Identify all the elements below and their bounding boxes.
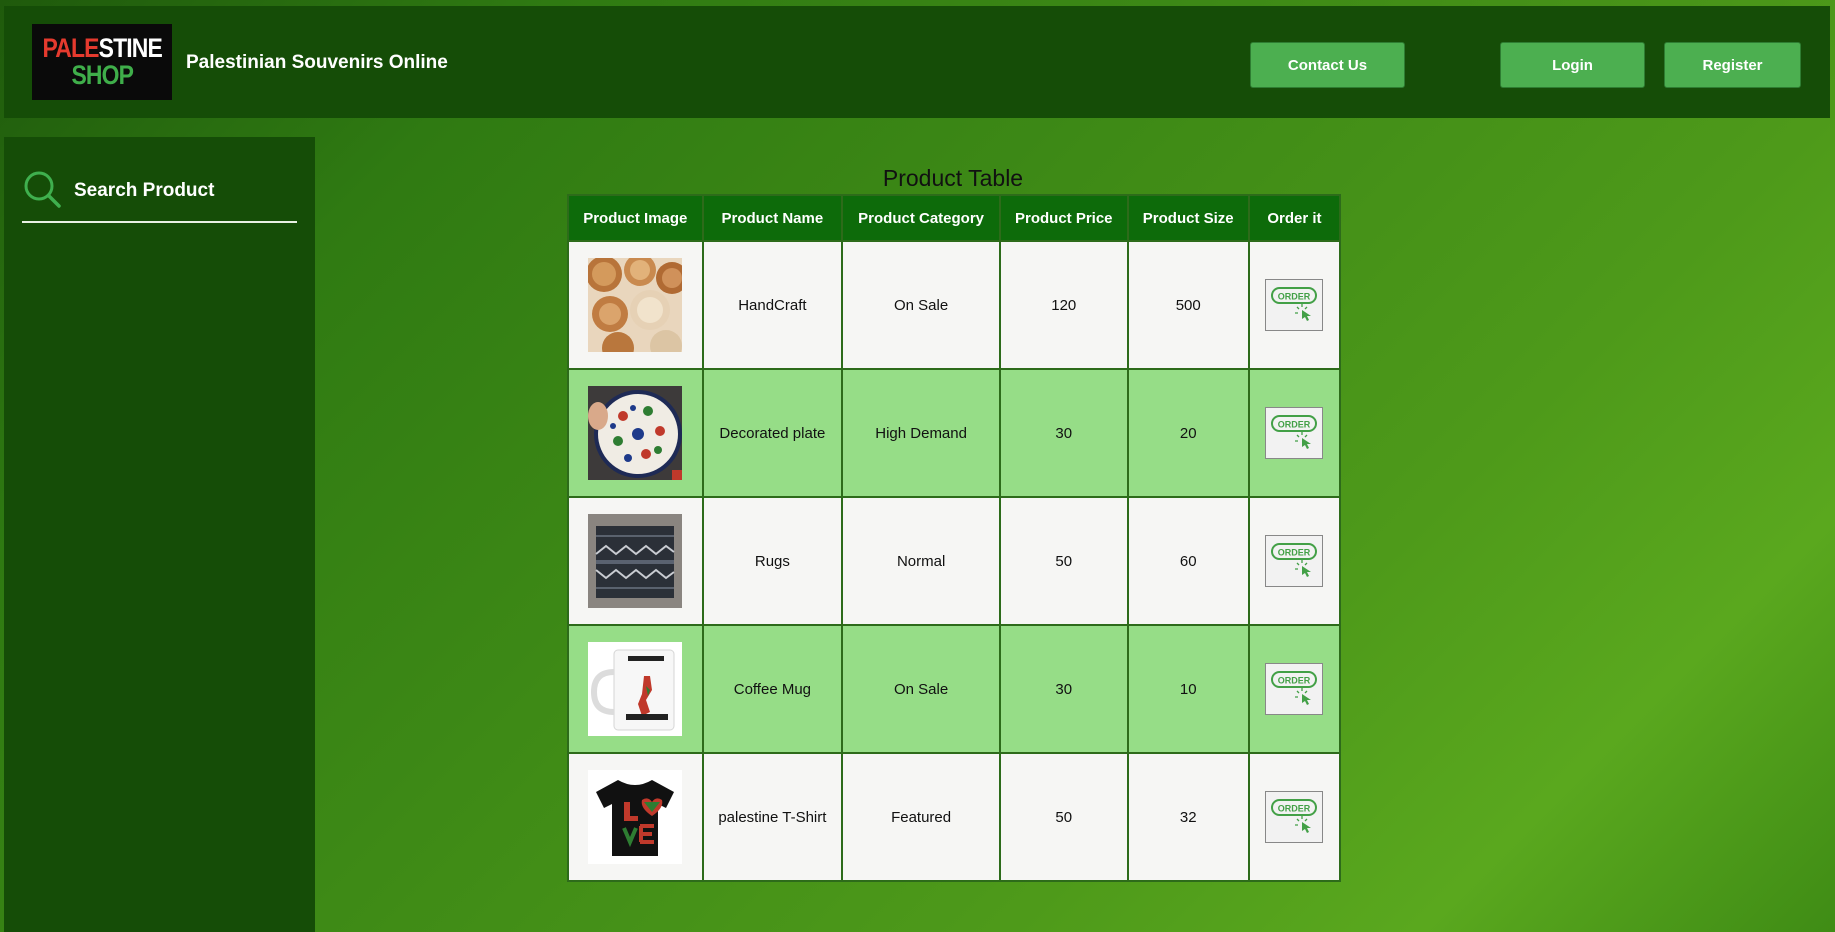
product-size-cell: 10 [1128,626,1248,752]
rugs-image [588,514,683,608]
order-cell: ORDER [1249,754,1339,880]
product-table-caption: Product Table [882,165,1024,191]
handcraft-bowls-image [588,258,683,352]
product-size-cell: 60 [1128,498,1248,624]
product-category-cell: High Demand [843,370,1000,496]
table-row: Rugs Normal 50 60 ORDER [569,498,1339,624]
order-button[interactable]: ORDER [1265,407,1324,459]
register-button[interactable]: Register [1664,42,1801,88]
site-header: PALESTINE SHOP Palestinian Souvenirs Onl… [4,6,1830,118]
coffee-mug-image [588,642,683,736]
svg-text:ORDER: ORDER [1278,676,1311,686]
product-category-cell: Featured [843,754,1000,880]
table-row: palestine T-Shirt Featured 50 32 ORDER [569,754,1339,880]
sidebar: Search Product [4,137,315,932]
svg-text:ORDER: ORDER [1278,292,1311,302]
product-category-cell: On Sale [843,626,1000,752]
table-row: HandCraft On Sale 120 500 ORDER [569,242,1339,368]
contact-us-button[interactable]: Contact Us [1250,42,1405,88]
order-cell: ORDER [1249,242,1339,368]
product-price-cell: 50 [1001,754,1127,880]
order-button[interactable]: ORDER [1265,279,1324,331]
product-price-cell: 30 [1001,370,1127,496]
order-cell: ORDER [1249,498,1339,624]
product-category-cell: On Sale [843,242,1000,368]
order-button[interactable]: ORDER [1265,663,1324,715]
table-row: Decorated plate High Demand 30 20 ORDER [569,370,1339,496]
svg-text:ORDER: ORDER [1278,420,1311,430]
product-name-cell: Decorated plate [703,370,842,496]
order-icon: ORDER [1271,543,1318,577]
table-header-row: Product Image Product Name Product Categ… [569,196,1339,240]
product-size-cell: 500 [1128,242,1248,368]
order-cell: ORDER [1249,626,1339,752]
logo-text-shop: SHOP [71,60,133,90]
search-product-label: Search Product [74,180,215,201]
svg-text:ORDER: ORDER [1278,804,1311,814]
order-icon: ORDER [1271,287,1318,321]
product-image-cell [569,370,702,496]
order-button[interactable]: ORDER [1265,791,1324,843]
product-name-cell: palestine T-Shirt [703,754,842,880]
svg-text:ORDER: ORDER [1278,548,1311,558]
logo-text-white: STINE [98,33,162,63]
table-row: Coffee Mug On Sale 30 10 ORDER [569,626,1339,752]
search-icon [24,171,61,208]
product-image-cell [569,754,702,880]
shop-logo[interactable]: PALESTINE SHOP [32,24,172,100]
column-header-product-name: Product Name [703,196,842,240]
column-header-product-image: Product Image [569,196,702,240]
site-title: Palestinian Souvenirs Online [186,52,448,73]
search-product-field[interactable]: Search Product [22,169,297,223]
tshirt-image [588,770,683,864]
login-button[interactable]: Login [1500,42,1645,88]
product-table: Product Image Product Name Product Categ… [567,194,1341,882]
product-price-cell: 30 [1001,626,1127,752]
product-category-cell: Normal [843,498,1000,624]
order-icon: ORDER [1271,799,1318,833]
order-button[interactable]: ORDER [1265,535,1324,587]
logo-text-red: PALE [42,33,99,63]
column-header-product-category: Product Category [843,196,1000,240]
product-price-cell: 120 [1001,242,1127,368]
product-name-cell: HandCraft [703,242,842,368]
column-header-product-price: Product Price [1001,196,1127,240]
product-image-cell [569,626,702,752]
product-name-cell: Coffee Mug [703,626,842,752]
product-price-cell: 50 [1001,498,1127,624]
product-image-cell [569,498,702,624]
column-header-product-size: Product Size [1128,196,1248,240]
order-icon: ORDER [1271,415,1318,449]
product-size-cell: 32 [1128,754,1248,880]
order-cell: ORDER [1249,370,1339,496]
column-header-order-it: Order it [1249,196,1339,240]
product-image-cell [569,242,702,368]
product-name-cell: Rugs [703,498,842,624]
order-icon: ORDER [1271,671,1318,705]
product-size-cell: 20 [1128,370,1248,496]
decorated-plate-image [588,386,683,480]
